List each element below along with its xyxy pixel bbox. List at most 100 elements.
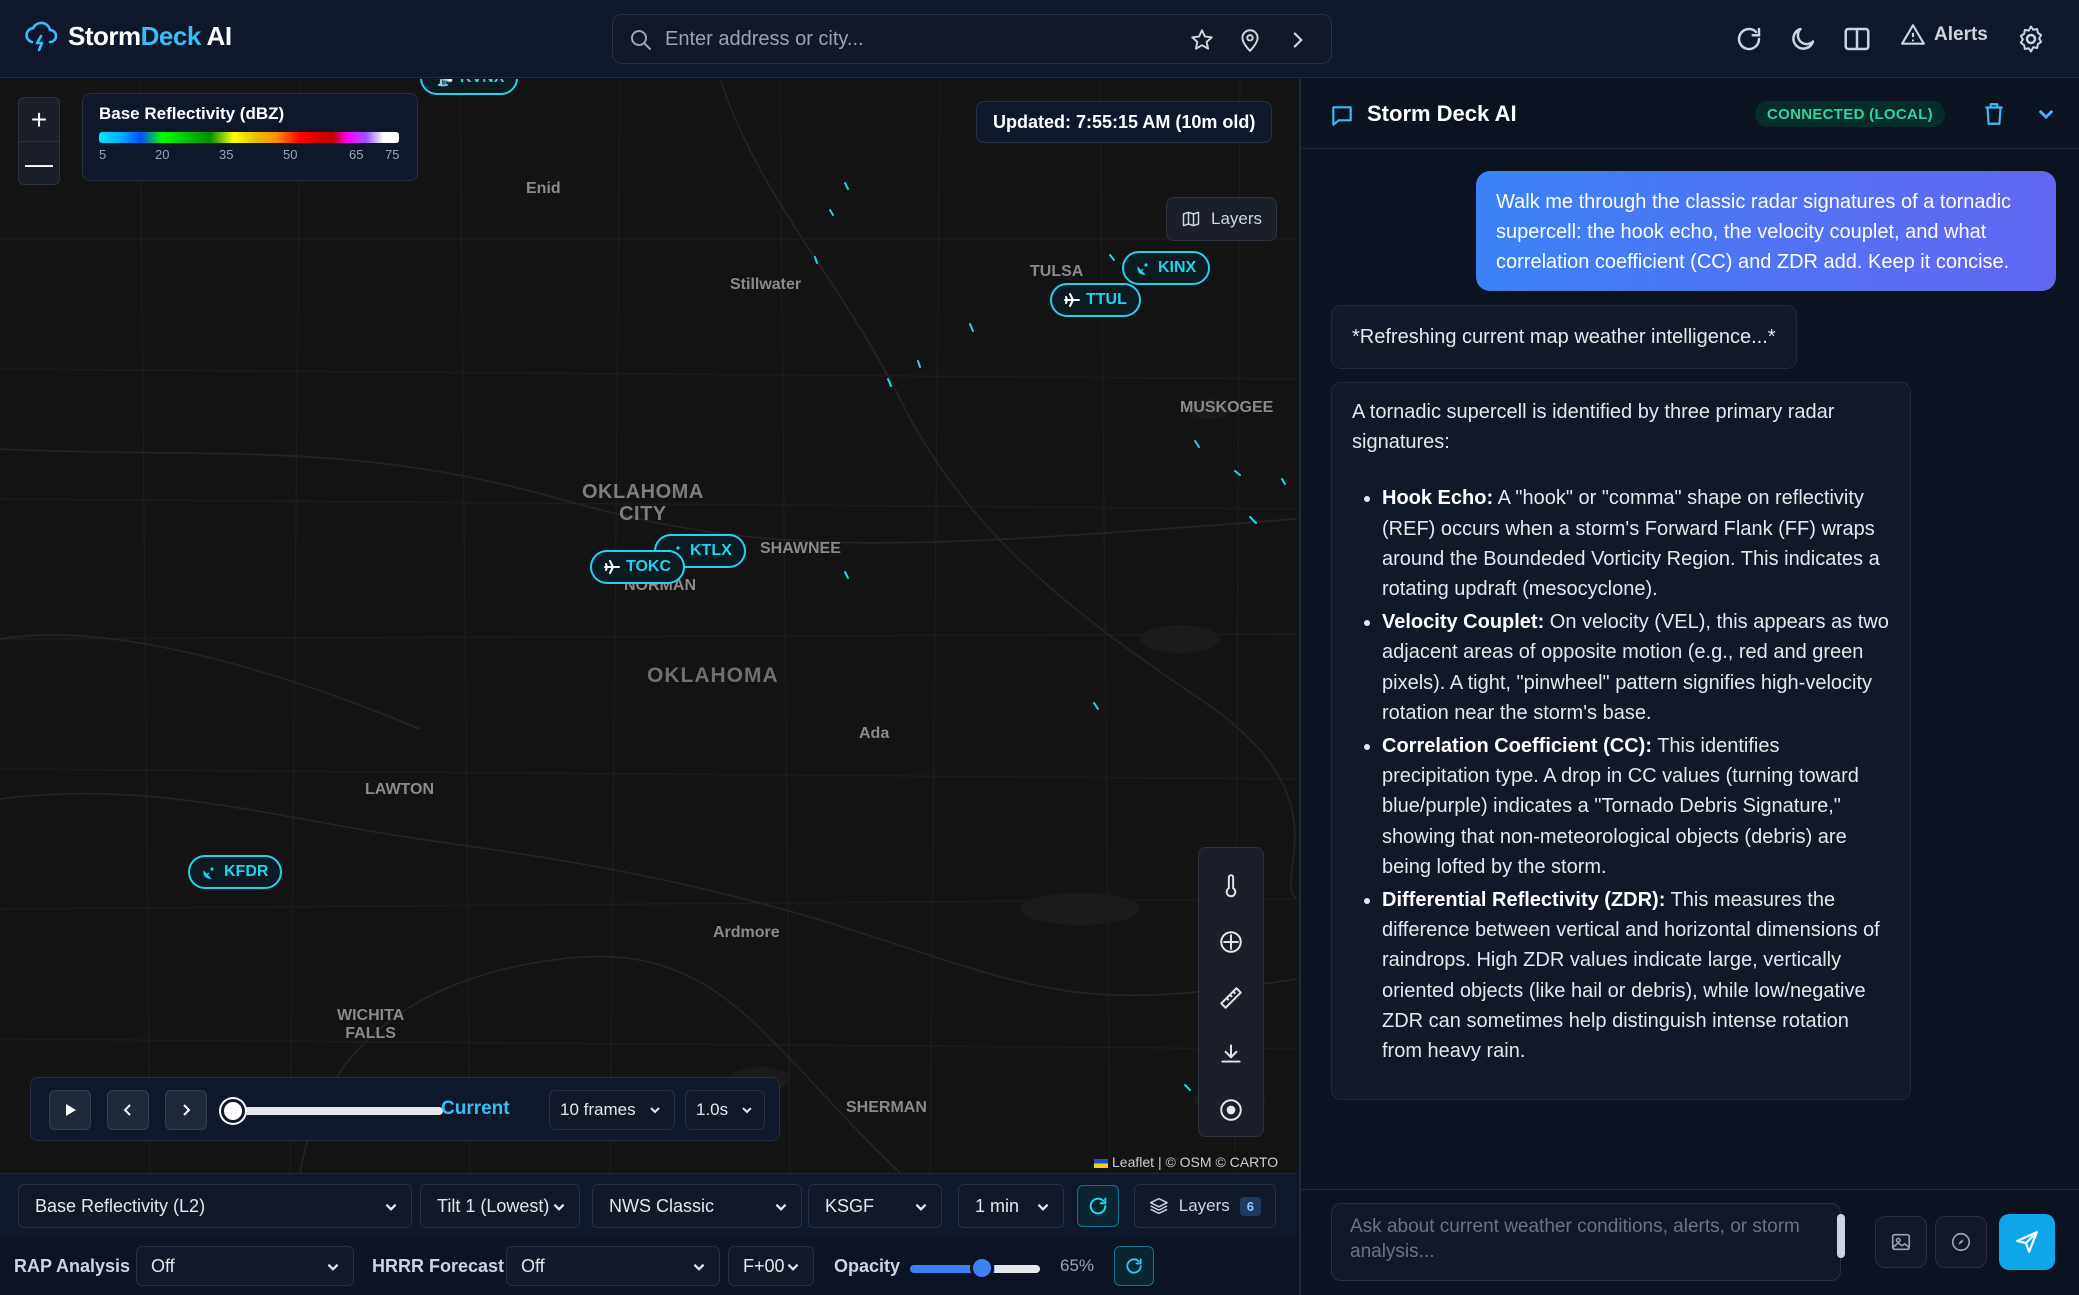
image-icon (1891, 1233, 1911, 1251)
rap-analysis-select[interactable]: Off (136, 1246, 354, 1286)
record-tool[interactable] (1207, 1086, 1255, 1134)
airplane-icon (1064, 293, 1080, 307)
crosshair-tool[interactable] (1207, 918, 1255, 966)
hrrr-forecast-select[interactable]: Off (506, 1246, 720, 1286)
settings-gear-icon[interactable] (2016, 24, 2046, 54)
play-button[interactable] (49, 1090, 91, 1130)
layers-button[interactable]: Layers 6 (1134, 1184, 1276, 1228)
crosshair-icon (1220, 931, 1242, 953)
attach-image-button[interactable] (1875, 1216, 1927, 1268)
thermometer-icon (1225, 874, 1237, 898)
product-select[interactable]: Base Reflectivity (L2) (18, 1184, 412, 1228)
chevron-down-icon (1037, 1203, 1049, 1211)
chat-bubble-icon (1332, 106, 1352, 126)
address-search-input[interactable] (665, 23, 1165, 55)
search-icon (631, 30, 651, 50)
current-frame-label: Current (441, 1098, 510, 1119)
refresh-icon (1089, 1197, 1107, 1215)
airplane-icon (604, 560, 620, 574)
chevron-right-icon[interactable] (1285, 27, 1311, 53)
chevron-right-icon (183, 1104, 191, 1116)
chevron-down-icon[interactable] (2035, 103, 2057, 125)
zoom-in-button[interactable]: + (19, 98, 59, 142)
chevron-down-icon (327, 1263, 339, 1271)
palette-select[interactable]: NWS Classic (592, 1184, 802, 1228)
thermometer-tool[interactable] (1207, 862, 1255, 910)
alerts-label: Alerts (1934, 24, 1988, 45)
layers-stack-icon (1149, 1197, 1168, 1215)
radar-controls-bar: Base Reflectivity (L2) Tilt 1 (Lowest) N… (0, 1173, 1297, 1295)
storm-cloud-icon (25, 21, 58, 52)
ukraine-flag-icon (1094, 1158, 1108, 1168)
trash-icon[interactable] (1981, 101, 2007, 127)
frame-count-select[interactable]: 10 frames (549, 1090, 675, 1130)
place-label-oklahoma-city: OKLAHOMA CITY (582, 481, 704, 525)
chat-header: Storm Deck AI CONNECTED (LOCAL) (1301, 79, 2079, 149)
opacity-label: Opacity (834, 1256, 901, 1276)
hrrr-forecast-label: HRRR Forecast (372, 1256, 505, 1276)
ruler-tool[interactable] (1207, 974, 1255, 1022)
layers-count-badge: 6 (1239, 1196, 1261, 1216)
download-icon (1221, 1044, 1241, 1063)
map-layers-button[interactable]: Layers (1166, 197, 1278, 241)
animation-player: Current 10 frames 1.0s (30, 1077, 780, 1141)
send-paper-plane-icon (2016, 1231, 2038, 1253)
alerts-button[interactable]: Alerts (1900, 22, 1988, 48)
opacity-value: 65% (1060, 1256, 1095, 1275)
previous-frame-button[interactable] (107, 1090, 149, 1130)
capture-map-button[interactable] (1935, 1216, 1987, 1268)
legend-title: Base Reflectivity (dBZ) (99, 104, 285, 123)
send-button[interactable] (1999, 1214, 2055, 1270)
input-scrollbar[interactable] (1837, 1214, 1845, 1258)
answer-intro: A tornadic supercell is identified by th… (1352, 401, 1835, 454)
app-name: StormDeck AI (68, 20, 232, 51)
place-label-ardmore: Ardmore (713, 924, 780, 941)
reflectivity-legend: Base Reflectivity (dBZ) 5 20 35 50 65 75 (82, 93, 418, 181)
answer-list: Hook Echo: A "hook" or "comma" shape on … (1352, 483, 1890, 1066)
chevron-down-icon (787, 1263, 799, 1271)
split-view-icon[interactable] (1842, 24, 1872, 54)
app-logo[interactable]: StormDeck AI (22, 18, 232, 54)
assistant-message: A tornadic supercell is identified by th… (1331, 382, 1911, 1100)
search-bar (612, 14, 1332, 64)
chat-message-input[interactable]: Ask about current weather conditions, al… (1331, 1203, 1841, 1281)
tilt-select[interactable]: Tilt 1 (Lowest) (420, 1184, 580, 1228)
chevron-down-icon (915, 1203, 927, 1211)
dark-mode-moon-icon[interactable] (1788, 24, 1818, 54)
answer-item: Correlation Coefficient (CC): This ident… (1382, 731, 1890, 882)
legend-tick: 5 (99, 147, 107, 162)
leaflet-link[interactable]: Leaflet (1112, 1154, 1154, 1170)
place-label-wichita-falls: WICHITA FALLS (337, 1007, 405, 1042)
legend-tick: 75 (385, 147, 400, 162)
radar-station-kfdr[interactable]: KFDR (188, 855, 283, 889)
place-label-shawnee: SHAWNEE (760, 540, 841, 557)
interval-select[interactable]: 1 min (958, 1184, 1064, 1228)
chevron-down-icon (649, 1107, 660, 1114)
station-select[interactable]: KSGF (808, 1184, 942, 1228)
frame-slider-thumb[interactable] (221, 1099, 245, 1123)
radar-map[interactable]: Enid Stillwater TULSA MUSKOGEE OKLAHOMA C… (0, 79, 1297, 1173)
download-tool[interactable] (1207, 1030, 1255, 1078)
radar-dish-icon: 📡 (434, 79, 454, 88)
assistant-status-message: *Refreshing current map weather intellig… (1331, 305, 1797, 369)
opacity-slider-thumb[interactable] (970, 1256, 994, 1280)
warning-triangle-icon (1901, 24, 1925, 45)
airport-station-ttul[interactable]: TTUL (1050, 283, 1141, 317)
refresh-icon[interactable] (1734, 24, 1764, 54)
speed-select[interactable]: 1.0s (685, 1090, 765, 1130)
forecast-hour-select[interactable]: F+00 (728, 1246, 814, 1286)
airport-station-tokc[interactable]: TOKC (590, 550, 686, 584)
frame-slider-track[interactable] (229, 1107, 443, 1115)
place-label-tulsa: TULSA (1030, 263, 1084, 280)
location-pin-icon[interactable] (1237, 27, 1263, 53)
radar-station-kvnx[interactable]: 📡KVNX (420, 79, 519, 95)
next-frame-button[interactable] (165, 1090, 207, 1130)
legend-ticks: 5 20 35 50 65 75 (99, 147, 401, 162)
legend-tick: 50 (283, 147, 298, 162)
refresh-models-button[interactable] (1114, 1246, 1154, 1286)
zoom-control: + — (18, 97, 60, 185)
zoom-out-button[interactable]: — (19, 142, 59, 186)
star-icon[interactable] (1189, 27, 1215, 53)
refresh-radar-button[interactable] (1077, 1185, 1119, 1227)
radar-station-kinx[interactable]: KINX (1122, 251, 1211, 285)
